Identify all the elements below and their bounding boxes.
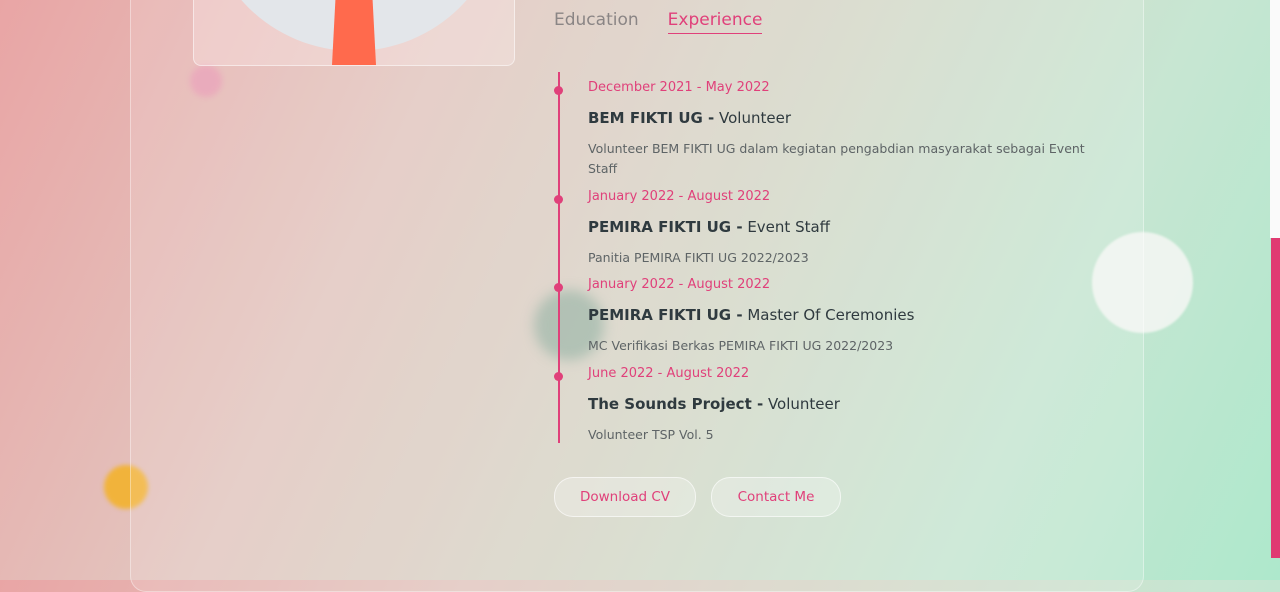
- entry-organization: PEMIRA FIKTI UG -: [588, 218, 743, 236]
- entry-title: PEMIRA FIKTI UG - Master Of Ceremonies: [588, 306, 1098, 324]
- profile-photo-tie: [332, 0, 376, 65]
- entry-date: December 2021 - May 2022: [588, 80, 770, 95]
- entry-description: Volunteer BEM FIKTI UG dalam kegiatan pe…: [588, 141, 1085, 176]
- entry-date: January 2022 - August 2022: [588, 277, 771, 292]
- entry-role: Master Of Ceremonies: [742, 306, 915, 324]
- experience-entry: January 2022 - August 2022 PEMIRA FIKTI …: [554, 277, 1098, 356]
- experience-entry: June 2022 - August 2022 The Sounds Proje…: [554, 366, 1098, 445]
- timeline-dot: [554, 372, 563, 381]
- entry-role: Volunteer: [763, 395, 840, 413]
- entry-organization: BEM FIKTI UG -: [588, 109, 715, 127]
- timeline-dot: [554, 86, 563, 95]
- entry-title: PEMIRA FIKTI UG - Event Staff: [588, 218, 1098, 236]
- entry-description: Volunteer TSP Vol. 5: [588, 427, 714, 442]
- entry-organization: The Sounds Project -: [588, 395, 764, 413]
- contact-me-button[interactable]: Contact Me: [711, 477, 841, 517]
- timeline-dot: [554, 283, 563, 292]
- entry-description: Panitia PEMIRA FIKTI UG 2022/2023: [588, 250, 809, 265]
- timeline-line: [558, 72, 560, 443]
- profile-photo: [193, 0, 515, 66]
- side-strip: [1270, 0, 1280, 238]
- download-cv-button[interactable]: Download CV: [554, 477, 696, 517]
- timeline-dot: [554, 195, 563, 204]
- entry-description: MC Verifikasi Berkas PEMIRA FIKTI UG 202…: [588, 338, 894, 353]
- tab-experience[interactable]: Experience: [667, 10, 763, 34]
- entry-title: BEM FIKTI UG - Volunteer: [588, 109, 1098, 127]
- entry-role: Event Staff: [742, 218, 830, 236]
- entry-date: January 2022 - August 2022: [588, 189, 771, 204]
- resume-tabs: Education Experience: [554, 10, 763, 34]
- entry-date: June 2022 - August 2022: [588, 366, 750, 381]
- entry-role: Volunteer: [714, 109, 791, 127]
- tab-education[interactable]: Education: [554, 10, 639, 34]
- scroll-indicator-bar: [1271, 238, 1280, 558]
- experience-entry: January 2022 - August 2022 PEMIRA FIKTI …: [554, 189, 1098, 268]
- entry-title: The Sounds Project - Volunteer: [588, 395, 1098, 413]
- entry-organization: PEMIRA FIKTI UG -: [588, 306, 743, 324]
- experience-entry: December 2021 - May 2022 BEM FIKTI UG - …: [554, 80, 1098, 179]
